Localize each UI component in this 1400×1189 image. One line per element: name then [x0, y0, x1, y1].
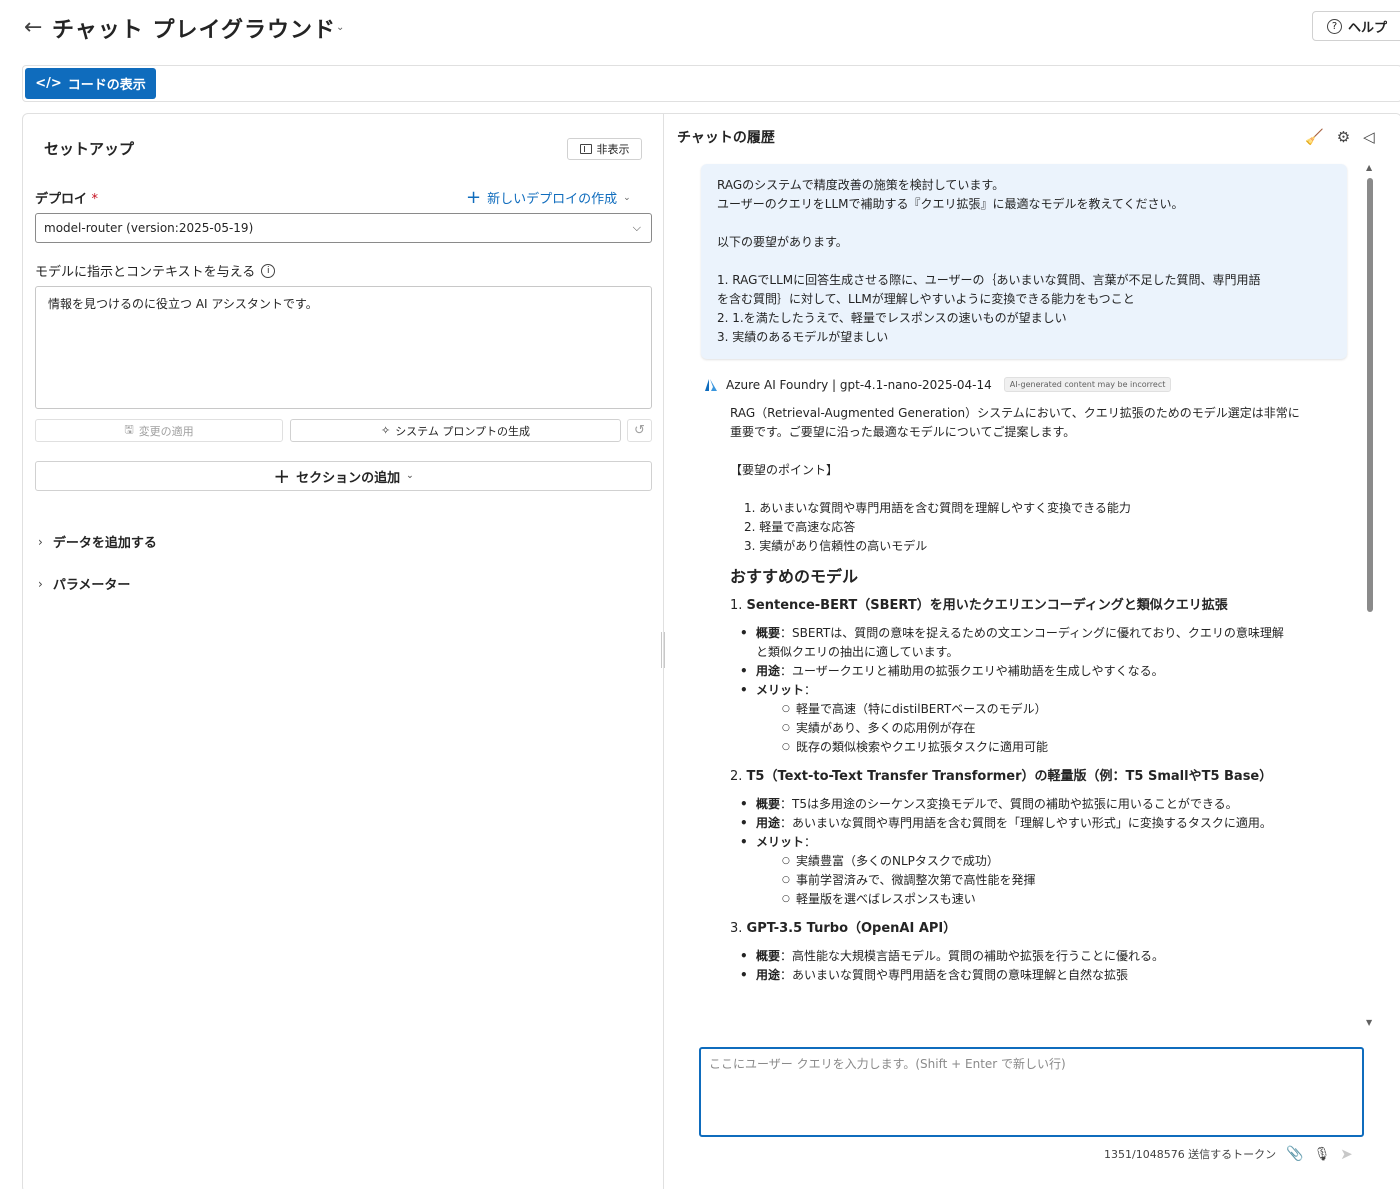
system-message-textarea[interactable]: 情報を見つけるのに役立つ AI アシスタントです。 — [35, 286, 652, 409]
chat-actions: 🧹 ⚙ ◁ — [1305, 128, 1375, 146]
list-item: 1. あいまいな質問や専門用語を含む質問を理解しやすく変換できる能力 — [744, 501, 1131, 515]
model-3-heading: 3. GPT-3.5 Turbo（OpenAI API） — [730, 921, 957, 936]
list-item: 軽量で高速（特にdistilBERTベースのモデル） — [782, 700, 1350, 719]
required-mark: * — [91, 192, 99, 207]
chevron-down-icon[interactable]: ⌄ — [336, 22, 344, 33]
list-item: 概要：T5は多用途のシーケンス変換モデルで、質問の補助や拡張に用いることができる… — [740, 795, 1350, 814]
apply-changes-label: 変更の適用 — [138, 424, 194, 438]
list-item: 実績があり、多くの応用例が存在 — [782, 719, 1350, 738]
model-3-details: 概要：高性能な大規模言語モデル。質問の補助や拡張を行うことに優れる。 用途：あい… — [730, 947, 1350, 985]
list-item: 既存の類似検索やクエリ拡張タスクに適用可能 — [782, 738, 1350, 757]
hide-label: 非表示 — [596, 143, 630, 156]
assistant-header: Azure AI Foundry | gpt-4.1-nano-2025-04-… — [704, 377, 1172, 392]
list-item: 用途：ユーザークエリと補助用の拡張クエリや補助語を生成しやすくなる。 — [740, 662, 1350, 681]
speaker-icon[interactable]: ◁ — [1363, 128, 1375, 146]
info-icon[interactable]: i — [261, 263, 276, 278]
help-button[interactable]: ? ヘルプ — [1312, 11, 1400, 41]
list-item: 3. 実績があり信頼性の高いモデル — [744, 539, 928, 553]
code-icon: </> — [35, 76, 62, 91]
resize-handle[interactable] — [661, 632, 665, 668]
model-1-details: 概要：SBERTは、質問の意味を捉えるための文エンコーディングに優れており、クエ… — [730, 624, 1350, 757]
list-item: 用途：あいまいな質問や専門用語を含む質問の意味理解と自然な拡張 — [740, 966, 1350, 985]
sparkle-icon: ✧ — [380, 424, 391, 437]
model-2-heading: 2. T5（Text-to-Text Transfer Transformer）… — [730, 769, 1273, 784]
model-1-heading: 1. Sentence-BERT（SBERT）を用いたクエリエンコーディングと類… — [730, 598, 1228, 613]
assistant-name: Azure AI Foundry | gpt-4.1-nano-2025-04-… — [726, 377, 992, 392]
apply-changes-button[interactable]: 🖫 変更の適用 — [35, 419, 283, 442]
undo-icon: ↺ — [634, 423, 645, 438]
add-section-label: セクションの追加 — [296, 470, 401, 486]
add-data-accordion[interactable]: › データを追加する — [38, 532, 157, 552]
points-heading: 【要望のポイント】 — [730, 463, 839, 477]
list-item: 2. 軽量で高速な応答 — [744, 520, 856, 534]
token-count: 1351/1048576 送信するトークン — [1104, 1148, 1277, 1161]
back-arrow-icon[interactable]: ← — [24, 16, 42, 40]
attach-icon[interactable]: 📎 — [1286, 1146, 1303, 1162]
list-item: 軽量版を選べばレスポンスも速い — [782, 890, 1350, 909]
chevron-down-icon: ⌄ — [623, 192, 631, 203]
clear-chat-icon[interactable]: 🧹 — [1305, 128, 1324, 146]
microphone-icon[interactable]: 🎙 — [1314, 1147, 1331, 1162]
new-deployment-link[interactable]: + 新しいデプロイの作成 ⌄ — [466, 188, 631, 207]
chat-history[interactable]: RAGのシステムで精度改善の施策を検討しています。 ユーザーのクエリをLLMで補… — [676, 160, 1376, 1033]
scroll-down-icon[interactable]: ▼ — [1366, 1018, 1372, 1027]
add-section-button[interactable]: + セクションの追加 ⌄ — [35, 461, 652, 491]
input-footer: 1351/1048576 送信するトークン 📎 🎙 ➤ — [1104, 1145, 1353, 1163]
ai-disclaimer-badge: AI-generated content may be incorrect — [1003, 377, 1172, 392]
deploy-label: デプロイ * — [35, 192, 99, 207]
setup-title: セットアップ — [44, 140, 135, 158]
recommend-heading: おすすめのモデル — [730, 567, 859, 586]
parameters-label: パラメーター — [52, 578, 131, 593]
page-title: チャット プレイグラウンド — [52, 18, 337, 43]
parameters-accordion[interactable]: › パラメーター — [38, 574, 131, 594]
plus-icon: + — [273, 464, 291, 488]
chevron-right-icon: › — [38, 576, 43, 591]
list-item: 概要：SBERTは、質問の意味を捉えるための文エンコーディングに優れており、クエ… — [740, 624, 1350, 662]
chevron-down-icon: ⌵ — [632, 221, 641, 234]
list-item: 概要：高性能な大規模言語モデル。質問の補助や拡張を行うことに優れる。 — [740, 947, 1350, 966]
assistant-message: RAG（Retrieval-Augmented Generation）システムに… — [730, 404, 1350, 985]
list-item: 用途：あいまいな質問や専門用語を含む質問を「理解しやすい形式」に変換するタスクに… — [740, 814, 1350, 833]
deployment-select[interactable]: model-router (version:2025-05-19) ⌵ — [35, 213, 652, 243]
azure-foundry-logo-icon — [705, 378, 717, 391]
list-item: 実績豊富（多くのNLPタスクで成功） — [782, 852, 1350, 871]
scrollbar-thumb[interactable] — [1367, 178, 1373, 612]
top-bar: ← チャット プレイグラウンド ⌄ ? ヘルプ — [0, 0, 1400, 56]
view-code-button[interactable]: </> コードの表示 — [25, 68, 156, 99]
chevron-down-icon: ⌄ — [406, 471, 414, 481]
help-label: ヘルプ — [1348, 20, 1388, 36]
scroll-up-icon[interactable]: ▲ — [1366, 163, 1372, 172]
list-item: メリット： 軽量で高速（特にdistilBERTベースのモデル） 実績があり、多… — [740, 681, 1350, 757]
add-data-label: データを追加する — [52, 536, 157, 551]
chevron-right-icon: › — [38, 534, 43, 549]
help-icon: ? — [1327, 18, 1342, 34]
generate-prompt-label: システム プロンプトの生成 — [395, 424, 531, 438]
system-message-value: 情報を見つけるのに役立つ AI アシスタントです。 — [48, 297, 318, 311]
save-icon: 🖫 — [124, 423, 134, 436]
list-item: 事前学習済みで、微調整次第で高性能を発揮 — [782, 871, 1350, 890]
deployment-value: model-router (version:2025-05-19) — [44, 221, 254, 235]
settings-gear-icon[interactable]: ⚙ — [1337, 128, 1350, 146]
user-query-input[interactable]: ここにユーザー クエリを入力します。(Shift + Enter で新しい行) — [699, 1047, 1364, 1137]
user-query-placeholder: ここにユーザー クエリを入力します。(Shift + Enter で新しい行) — [709, 1057, 1066, 1071]
list-item: メリット： 実績豊富（多くのNLPタスクで成功） 事前学習済みで、微調整次第で高… — [740, 833, 1350, 909]
instructions-label: モデルに指示とコンテキストを与える i — [35, 261, 276, 280]
panel-collapse-icon — [579, 144, 592, 154]
model-2-details: 概要：T5は多用途のシーケンス変換モデルで、質問の補助や拡張に用いることができる… — [730, 795, 1350, 909]
user-message: RAGのシステムで精度改善の施策を検討しています。 ユーザーのクエリをLLMで補… — [701, 164, 1347, 359]
generate-prompt-button[interactable]: ✧ システム プロンプトの生成 — [290, 419, 621, 442]
send-icon[interactable]: ➤ — [1340, 1145, 1353, 1163]
view-code-label: コードの表示 — [67, 78, 146, 93]
plus-icon: + — [466, 186, 482, 208]
chat-history-title: チャットの履歴 — [677, 130, 775, 146]
undo-button[interactable]: ↺ — [627, 419, 652, 442]
new-deployment-label: 新しいデプロイの作成 — [487, 192, 618, 207]
points-list: 1. あいまいな質問や専門用語を含む質問を理解しやすく変換できる能力 2. 軽量… — [730, 499, 1350, 556]
hide-setup-button[interactable]: 非表示 — [567, 138, 642, 160]
toolbar: </> コードの表示 — [22, 65, 1400, 102]
